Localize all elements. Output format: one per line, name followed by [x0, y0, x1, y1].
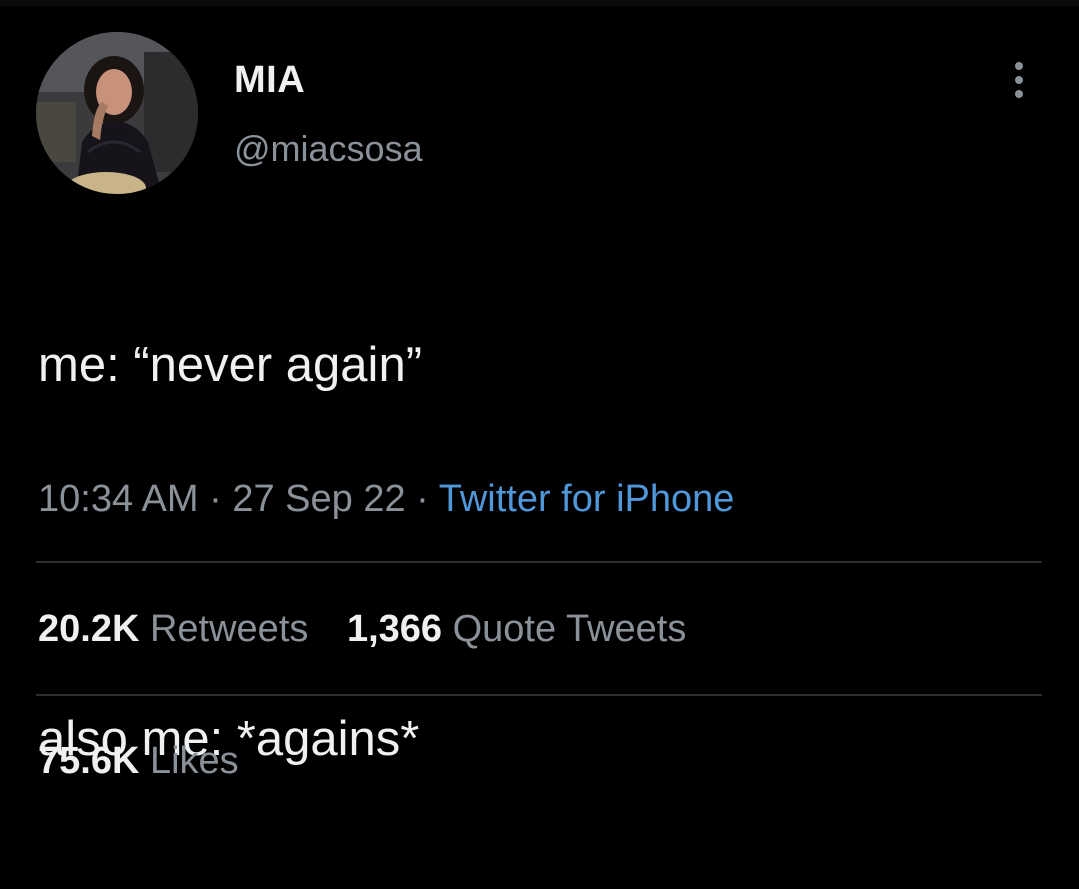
tweet-metadata: 10:34 AM · 27 Sep 22 · Twitter for iPhon… — [38, 476, 734, 522]
tweet-source-link[interactable]: Twitter for iPhone — [439, 478, 735, 520]
likes-stats-row: 75.6K Likes — [38, 738, 267, 784]
retweets-label: Retweets — [149, 608, 309, 650]
retweet-stats-row: 20.2K Retweets 1,366 Quote Tweets — [38, 606, 714, 652]
tweet-date[interactable]: 27 Sep 22 — [232, 478, 405, 520]
more-vertical-icon — [1015, 62, 1023, 70]
tweet-text-line: me: “never again” — [38, 338, 423, 392]
user-handle[interactable]: @miacsosa — [234, 128, 423, 170]
quote-tweets-stat[interactable]: 1,366 Quote Tweets — [347, 606, 686, 652]
divider — [36, 561, 1042, 563]
tweet-card: MIA @miacsosa me: “never again” also me:… — [0, 0, 1079, 821]
top-border — [0, 0, 1079, 6]
more-vertical-icon-dot — [1015, 90, 1023, 98]
meta-separator: · — [209, 478, 222, 520]
avatar-image — [36, 32, 198, 194]
likes-count: 75.6K — [38, 740, 140, 782]
avatar[interactable] — [36, 32, 198, 194]
divider — [36, 694, 1042, 696]
meta-separator: · — [416, 478, 429, 520]
retweets-count: 20.2K — [38, 608, 140, 650]
quote-tweets-label: Quote Tweets — [452, 608, 687, 650]
retweets-stat[interactable]: 20.2K Retweets — [38, 606, 308, 652]
tweet-text-line — [38, 515, 422, 575]
tweet-time[interactable]: 10:34 AM — [38, 478, 199, 520]
more-vertical-icon-dot — [1015, 76, 1023, 84]
more-options-button[interactable] — [1000, 56, 1040, 104]
quote-tweets-count: 1,366 — [346, 608, 443, 650]
display-name[interactable]: MIA — [234, 58, 305, 102]
tweet-text: me: “never again” also me: *agains* — [38, 215, 422, 889]
likes-stat[interactable]: 75.6K Likes — [38, 738, 239, 784]
likes-label: Likes — [149, 740, 239, 782]
